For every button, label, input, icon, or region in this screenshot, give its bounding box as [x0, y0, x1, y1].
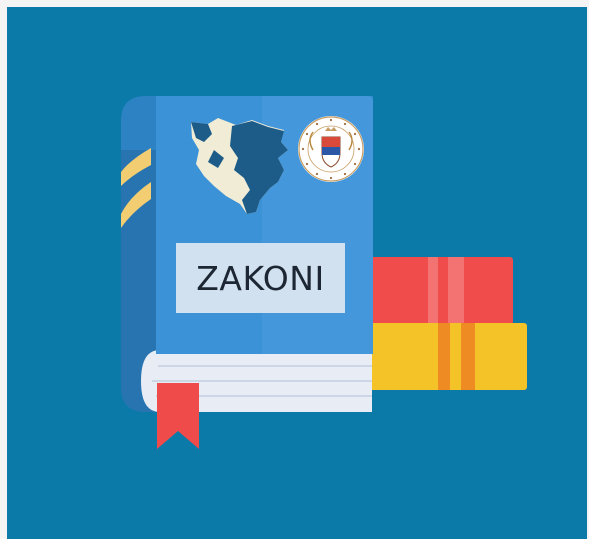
national-assembly-emblem-icon — [298, 116, 364, 182]
bookmark-ribbon-icon — [157, 383, 199, 449]
stage: ZAKONI — [0, 0, 589, 539]
yellow-book-icon — [368, 323, 527, 390]
title-plate: ZAKONI — [176, 243, 345, 313]
title-label: ZAKONI — [196, 258, 325, 298]
red-book-icon — [368, 257, 513, 325]
